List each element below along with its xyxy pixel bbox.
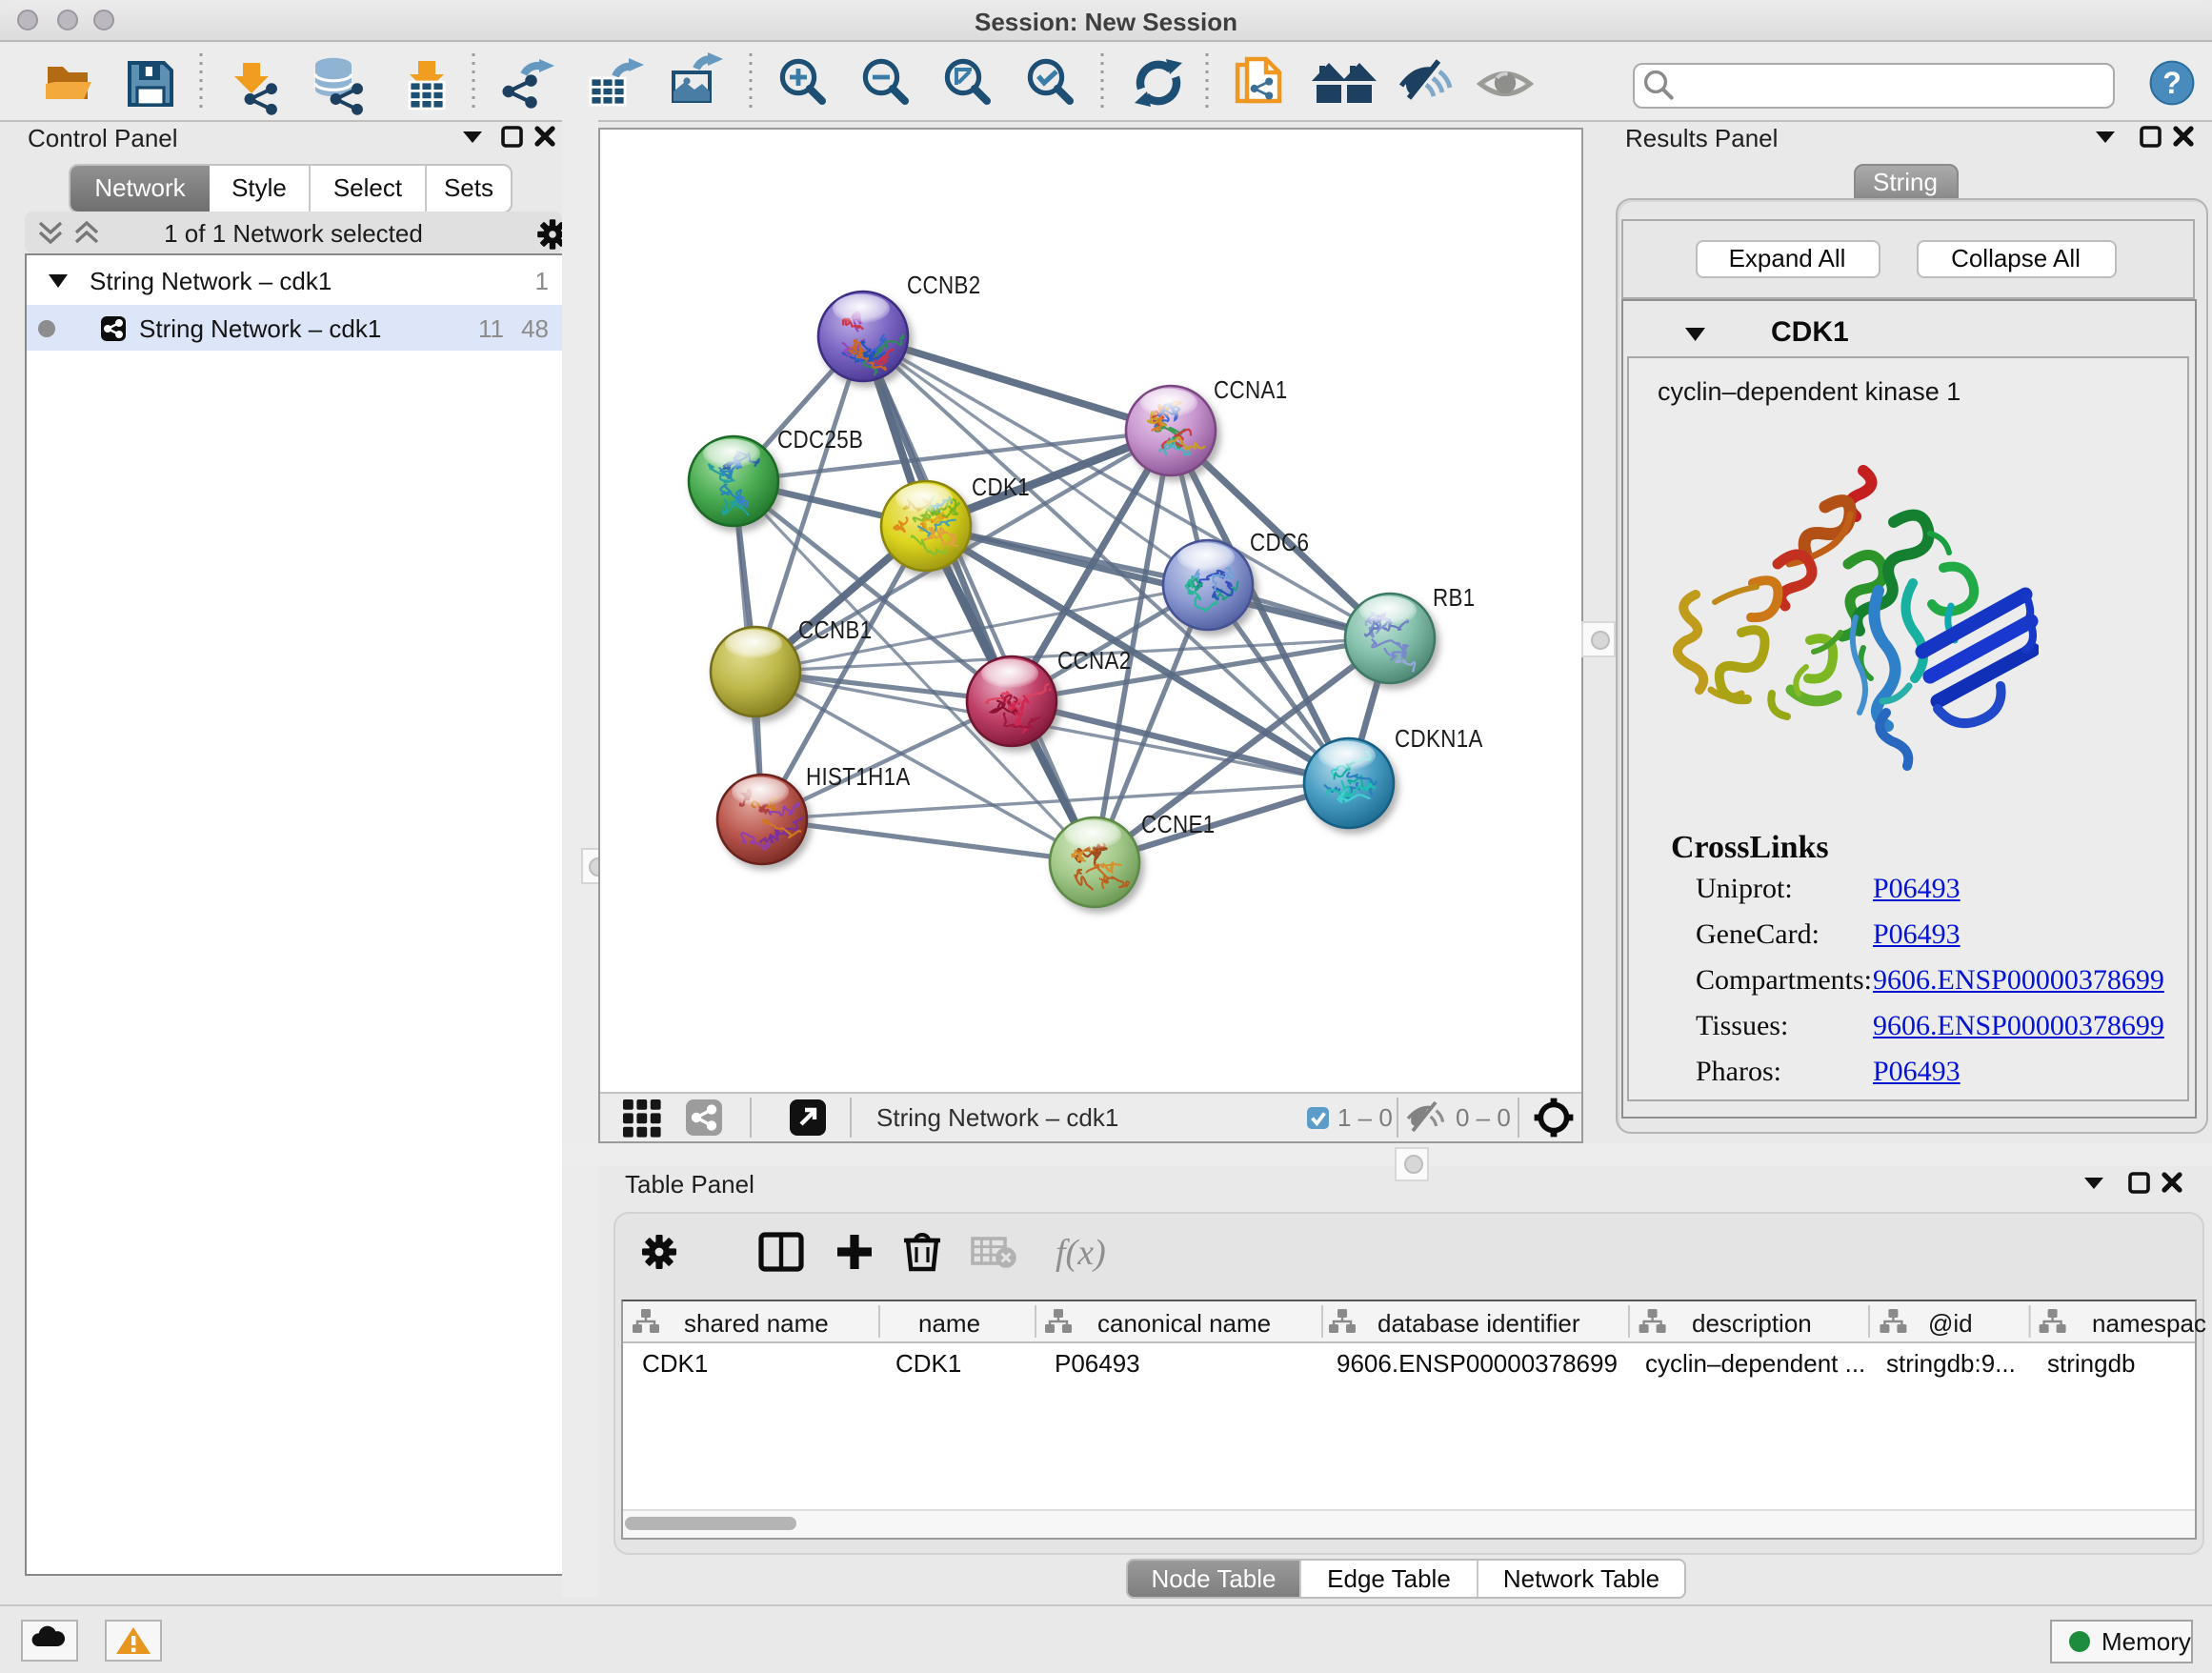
svg-text:f(x): f(x) — [1055, 1233, 1105, 1273]
svg-text:?: ? — [2162, 66, 2182, 100]
